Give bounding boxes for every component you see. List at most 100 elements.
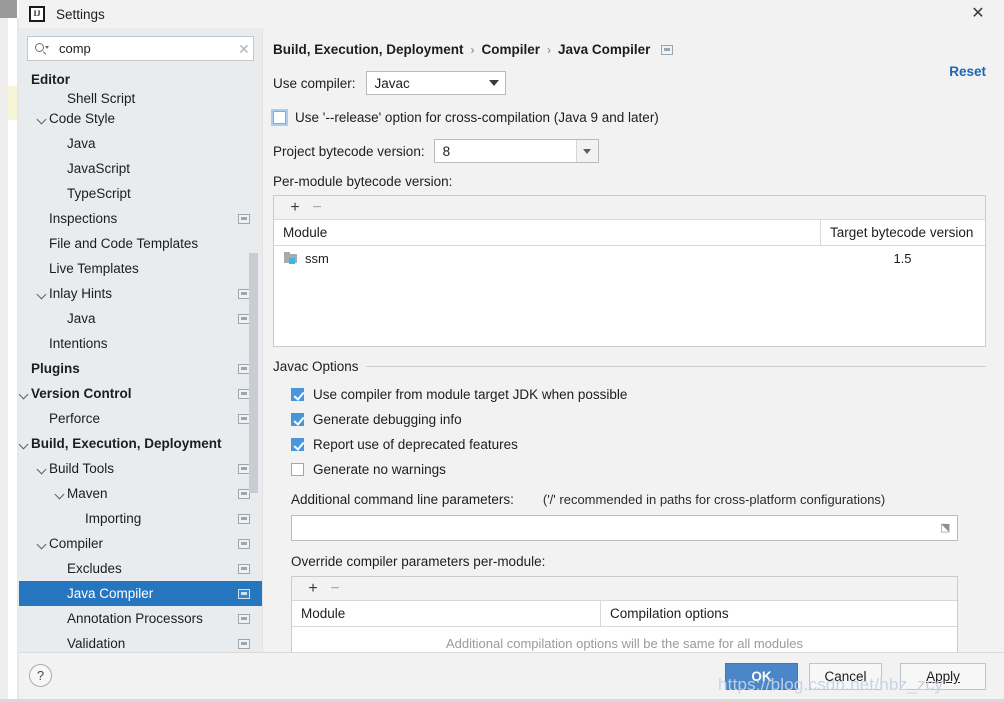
sidebar-item-build-tools[interactable]: Build Tools <box>19 456 262 481</box>
settings-dialog: Settings ✕ ✕ Editor Shell Script Code Styl… <box>19 0 1004 699</box>
target-bytecode-value: 1.5 <box>893 250 912 266</box>
sidebar-item-plugins[interactable]: Plugins <box>19 356 262 381</box>
javac-option-label: Use compiler from module target JDK when… <box>313 387 628 402</box>
sidebar-item-typescript[interactable]: TypeScript <box>19 181 262 206</box>
javac-option-row[interactable]: Report use of deprecated features <box>263 432 986 457</box>
expand-editor-icon[interactable]: ⬔ <box>940 523 950 534</box>
close-icon[interactable]: ✕ <box>966 2 990 26</box>
minus-icon[interactable]: − <box>306 198 328 218</box>
override-table-col-module: Module <box>301 606 346 621</box>
release-option-checkbox[interactable] <box>271 109 288 126</box>
javac-option-label: Generate no warnings <box>313 462 446 477</box>
javac-option-checkbox[interactable] <box>291 388 304 401</box>
ok-button[interactable]: OK <box>725 663 798 690</box>
project-bytecode-row: Project bytecode version: 8 <box>263 139 986 163</box>
settings-badge-icon <box>238 613 250 624</box>
sidebar-item-build-execution-deployment[interactable]: Build, Execution, Deployment <box>19 431 262 456</box>
sidebar-item-compiler[interactable]: Compiler <box>19 531 262 556</box>
javac-options-list: Use compiler from module target JDK when… <box>263 382 986 482</box>
sidebar-item-importing[interactable]: Importing <box>19 506 262 531</box>
chevron-down-icon[interactable] <box>37 288 48 299</box>
sidebar-item-editor[interactable]: Editor <box>19 67 262 92</box>
javac-options-title: Javac Options <box>273 359 359 374</box>
sidebar-item-annotation-processors[interactable]: Annotation Processors <box>19 606 262 631</box>
javac-options-section: Javac Options <box>263 359 986 374</box>
module-bytecode-table: + − Module Target bytecode version ssm 1… <box>273 195 986 347</box>
sidebar-item-label: Shell Script <box>67 92 136 106</box>
sidebar-item-file-and-code-templates[interactable]: File and Code Templates <box>19 231 262 256</box>
dialog-footer: ? OK Cancel Apply <box>19 652 1004 699</box>
settings-badge-icon <box>238 588 250 599</box>
sidebar-item-label: JavaScript <box>67 161 131 176</box>
javac-option-row[interactable]: Use compiler from module target JDK when… <box>263 382 986 407</box>
chevron-down-icon[interactable] <box>37 113 48 124</box>
module-table-header: Module Target bytecode version <box>274 219 985 246</box>
sidebar-item-inlay-hints[interactable]: Inlay Hints <box>19 281 262 306</box>
sidebar-item-live-templates[interactable]: Live Templates <box>19 256 262 281</box>
module-table-col-target: Target bytecode version <box>820 219 985 246</box>
table-row[interactable]: ssm 1.5 <box>274 246 985 270</box>
settings-sidebar: ✕ Editor Shell Script Code Style Java JavaSc… <box>19 28 263 652</box>
sidebar-item-shell-script[interactable]: Shell Script <box>19 92 262 106</box>
sidebar-item-inspections[interactable]: Inspections <box>19 206 262 231</box>
sidebar-item-version-control[interactable]: Version Control <box>19 381 262 406</box>
override-params-row: Override compiler parameters per-module: <box>263 554 986 569</box>
apply-button[interactable]: Apply <box>900 663 986 690</box>
plus-icon[interactable]: + <box>302 579 324 599</box>
sidebar-item-code-style[interactable]: Code Style <box>19 106 262 131</box>
per-module-label-row: Per-module bytecode version: <box>263 174 986 189</box>
settings-tree[interactable]: Editor Shell Script Code Style Java JavaScri… <box>19 61 262 652</box>
sidebar-item-excludes[interactable]: Excludes <box>19 556 262 581</box>
javac-option-label: Generate debugging info <box>313 412 462 427</box>
javac-option-checkbox[interactable] <box>291 413 304 426</box>
sidebar-scrollbar-thumb[interactable] <box>249 253 258 493</box>
sidebar-item-perforce[interactable]: Perforce <box>19 406 262 431</box>
override-table-toolbar: + − <box>292 577 957 601</box>
plus-icon[interactable]: + <box>284 198 306 218</box>
javac-option-row[interactable]: Generate debugging info <box>263 407 986 432</box>
breadcrumb-item[interactable]: Compiler <box>482 42 541 57</box>
sidebar-item-java-compiler[interactable]: Java Compiler <box>19 581 262 606</box>
additional-params-field[interactable]: ⬔ <box>291 515 958 541</box>
chevron-down-icon[interactable] <box>19 438 30 449</box>
use-compiler-label: Use compiler: <box>273 75 356 91</box>
release-option-row[interactable]: Use '--release' option for cross-compila… <box>263 109 986 126</box>
search-box[interactable]: ✕ <box>27 36 254 61</box>
sidebar-item-label: Excludes <box>67 561 122 576</box>
sidebar-scrollbar[interactable] <box>249 28 260 652</box>
sidebar-item-maven[interactable]: Maven <box>19 481 262 506</box>
sidebar-item-label: Editor <box>31 72 70 87</box>
sidebar-item-label: Maven <box>67 486 108 501</box>
javac-option-row[interactable]: Generate no warnings <box>263 457 986 482</box>
javac-option-checkbox[interactable] <box>291 438 304 451</box>
reset-button[interactable]: Reset <box>949 64 986 79</box>
clear-icon[interactable]: ✕ <box>237 42 251 56</box>
use-compiler-value: Javac <box>374 75 410 91</box>
backdrop-left-strip <box>0 0 8 702</box>
cancel-button-label: Cancel <box>824 669 867 684</box>
sidebar-item-intentions[interactable]: Intentions <box>19 331 262 356</box>
javac-option-checkbox[interactable] <box>291 463 304 476</box>
project-bytecode-select[interactable]: 8 <box>433 139 599 163</box>
chevron-down-icon[interactable] <box>37 538 48 549</box>
chevron-down-icon[interactable] <box>55 488 66 499</box>
sidebar-item-label: TypeScript <box>67 186 131 201</box>
breadcrumb-item[interactable]: Build, Execution, Deployment <box>273 42 464 57</box>
sidebar-item-validation[interactable]: Validation <box>19 631 262 652</box>
minus-icon[interactable]: − <box>324 579 346 599</box>
sidebar-item-label: Live Templates <box>49 261 139 276</box>
cancel-button[interactable]: Cancel <box>809 663 882 690</box>
chevron-down-icon <box>575 140 598 162</box>
sidebar-item-label: Java <box>67 136 96 151</box>
chevron-down-icon[interactable] <box>37 463 48 474</box>
help-button[interactable]: ? <box>29 664 52 687</box>
breadcrumb-item[interactable]: Java Compiler <box>558 42 650 57</box>
sidebar-item-javascript[interactable]: JavaScript <box>19 156 262 181</box>
chevron-down-icon[interactable] <box>19 388 30 399</box>
target-bytecode-cell: 1.5 <box>820 251 985 266</box>
use-compiler-select[interactable]: Javac <box>365 71 506 95</box>
search-input[interactable] <box>50 40 237 57</box>
sidebar-item-java[interactable]: Java <box>19 131 262 156</box>
sidebar-item-java[interactable]: Java <box>19 306 262 331</box>
sidebar-item-label: Compiler <box>49 536 104 551</box>
